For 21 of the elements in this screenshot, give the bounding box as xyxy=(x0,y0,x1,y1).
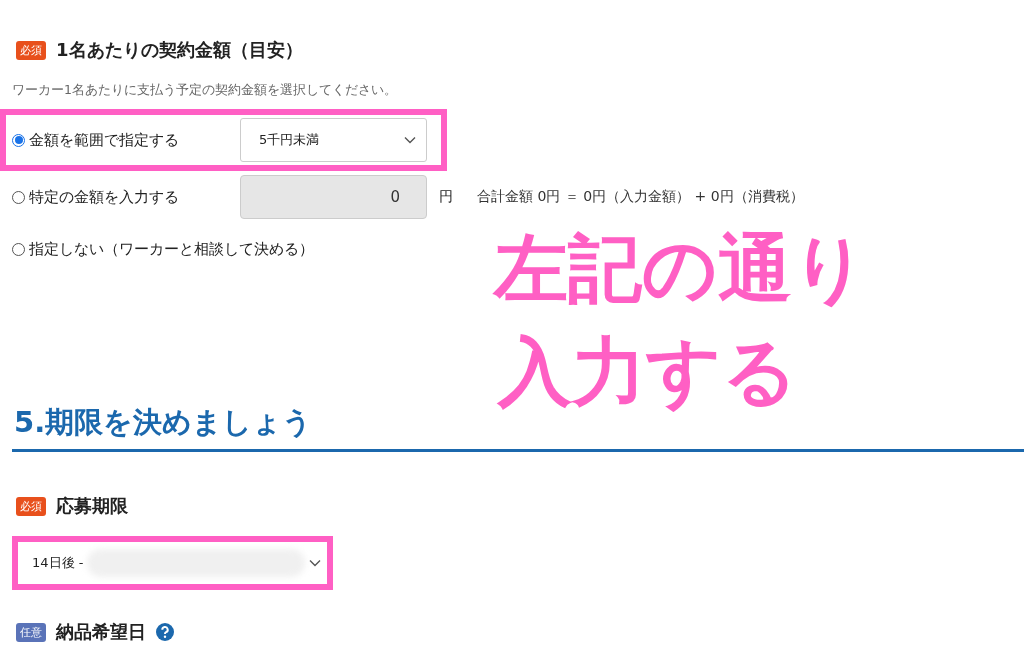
description-text: ワーカー1名あたりに支払う予定の契約金額を選択してください。 xyxy=(12,82,398,99)
annotation-text: 入力する xyxy=(498,326,799,416)
required-badge: 必須 xyxy=(16,40,46,60)
amount-input-field[interactable]: 0 xyxy=(240,175,427,219)
field-title: 納品希望日 xyxy=(56,620,146,644)
option-label: 金額を範囲で指定する xyxy=(29,130,179,150)
total-amount-text: 合計金額 0円 ＝ 0円（入力金額） + 0円（消費税） xyxy=(477,188,804,206)
help-icon[interactable] xyxy=(156,623,174,641)
chevron-down-icon xyxy=(309,559,321,567)
radio-option[interactable]: 特定の金額を入力する xyxy=(12,187,240,207)
radio-option[interactable]: 金額を範囲で指定する xyxy=(12,130,240,150)
field-title: 応募期限 xyxy=(56,494,128,518)
chevron-down-icon xyxy=(404,136,416,144)
unit-label: 円 xyxy=(439,188,453,206)
required-badge: 必須 xyxy=(16,496,46,516)
section-title: 1名あたりの契約金額（目安） xyxy=(56,38,303,62)
option-label: 特定の金額を入力する xyxy=(29,187,179,207)
step-heading: 5.期限を決めましょう xyxy=(14,404,314,441)
optional-badge: 任意 xyxy=(16,622,46,642)
annotation-text: 左記の通り xyxy=(494,224,868,313)
amount-range-select[interactable]: 5千円未満 xyxy=(240,118,427,162)
